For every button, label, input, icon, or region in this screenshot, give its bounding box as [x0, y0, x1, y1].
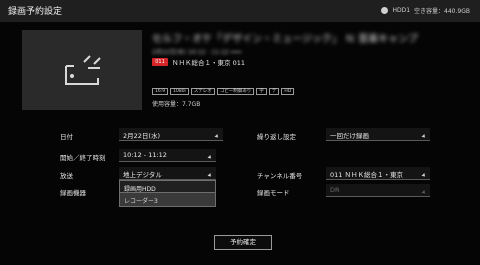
hdd-status: HDD1 空き容量：440.9GB [381, 6, 470, 15]
program-thumbnail [22, 30, 142, 110]
tag: 16:9 [152, 88, 169, 95]
chevron-down-icon [207, 155, 213, 160]
date-value: 2月22日(水) [123, 132, 160, 140]
free-space: 空き容量：440.9GB [414, 8, 470, 15]
channel-label: チャンネル番号 [257, 172, 303, 180]
tag: HD [281, 88, 295, 95]
date-select[interactable]: 2月22日(水) [119, 128, 223, 141]
chevron-down-icon [421, 173, 427, 178]
hdd-icon [381, 7, 389, 14]
program-schedule: 2月22日(水) 10:12 - 11:12 ━━━ [152, 49, 242, 56]
hdd-label: HDD1 [392, 7, 411, 14]
chevron-down-icon [207, 173, 213, 178]
chevron-down-icon [214, 134, 220, 139]
channel-select[interactable]: 011 ＮＨＫ総合１・東京 [326, 167, 430, 180]
chevron-down-icon [421, 134, 427, 139]
repeat-label: 繰り返し設定 [257, 133, 296, 141]
device-select[interactable]: 録画用HDD [119, 180, 216, 193]
tag: デ [268, 88, 280, 95]
broadcast-label: 放送 [60, 172, 73, 180]
tag: コピー制御あり [216, 88, 255, 95]
date-label: 日付 [60, 133, 73, 141]
page-title: 録画予約設定 [8, 7, 63, 17]
mode-value: DR [330, 186, 340, 194]
usage-size: 使用容量：7.7GB [152, 101, 201, 108]
mode-label: 録画モード [257, 189, 290, 197]
time-value: 10:12 - 11:12 [123, 151, 167, 159]
channel-name: ＮＨＫ総合１・東京 011 [172, 59, 245, 67]
mode-select[interactable]: DR [326, 184, 430, 197]
device-option[interactable]: レコーダー3 [119, 193, 216, 207]
repeat-value: 一回だけ録画 [330, 132, 369, 140]
header-bar: 録画予約設定 HDD1 空き容量：440.9GB [0, 0, 480, 22]
broadcast-select[interactable]: 地上デジタル [119, 167, 216, 180]
channel-value: 011 ＮＨＫ総合１・東京 [330, 171, 403, 179]
program-tags: 16:9 1080i ステレオ コピー制御あり 字 デ HD [152, 88, 295, 95]
channel-badge: 011 [152, 58, 168, 66]
time-label: 開始／終了時刻 [60, 154, 106, 162]
tag: ステレオ [190, 88, 215, 95]
time-select[interactable]: 10:12 - 11:12 [119, 149, 216, 162]
repeat-select[interactable]: 一回だけ録画 [326, 128, 430, 141]
chevron-down-icon [421, 190, 427, 195]
tag: 字 [256, 88, 267, 95]
tv-placeholder-icon [65, 55, 101, 85]
device-value: 録画用HDD [124, 186, 156, 193]
program-title: セルフ・オケ「デザイン・ミュージック」 Ｎ 音楽キャンプ [152, 34, 418, 45]
tag: 1080i [170, 88, 189, 95]
confirm-reservation-button[interactable]: 予約確定 [214, 235, 272, 250]
device-label: 録画機器 [60, 189, 86, 197]
broadcast-value: 地上デジタル [123, 171, 162, 179]
device-option-label: レコーダー3 [124, 198, 158, 205]
